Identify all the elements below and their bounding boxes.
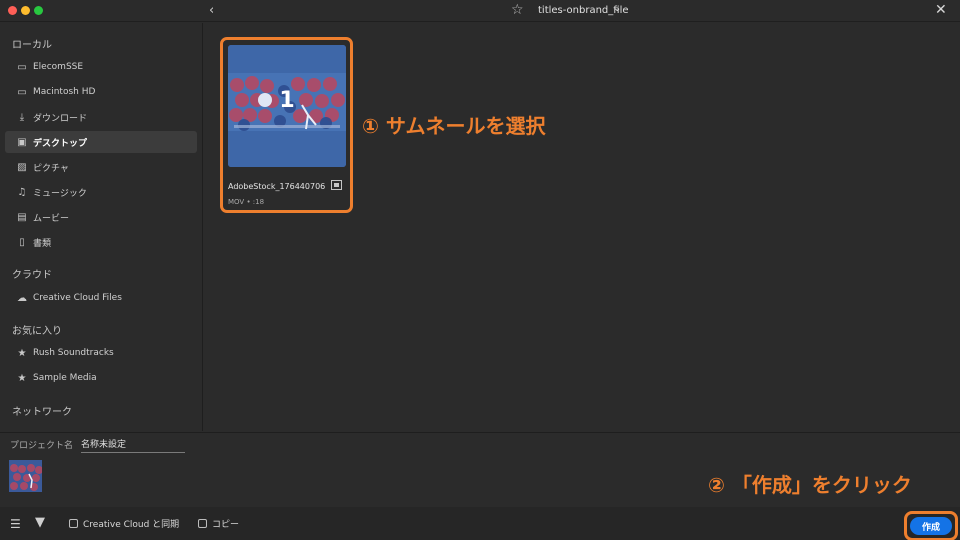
section-favorites-header: お気に入り	[12, 326, 62, 337]
monitor-icon: ▭	[17, 86, 27, 98]
sidebar-item-label: Sample Media	[33, 373, 97, 383]
annotation-click-create: ② 「作成」をクリック	[708, 473, 912, 497]
project-name-input[interactable]: 名称未設定	[81, 437, 185, 453]
media-thumbnail-card[interactable]: 1 AdobeStock_176440706 MOV • :18	[220, 37, 353, 213]
chevron-down-icon[interactable]: ⌄	[613, 3, 621, 14]
sidebar-item-label: 書類	[33, 238, 52, 249]
sidebar-item-label: デスクトップ	[33, 138, 88, 149]
file-browser: 1 AdobeStock_176440706 MOV • :18 ① サムネール…	[204, 23, 960, 431]
select-checkbox-icon[interactable]	[331, 180, 342, 190]
copy-label: コピー	[212, 520, 240, 530]
sidebar-item-documents[interactable]: ▯ 書類	[5, 231, 197, 253]
project-thumbnail	[9, 460, 42, 492]
sidebar-item-label: ElecomSSE	[33, 62, 84, 72]
film-icon: ▤	[17, 211, 27, 223]
monitor-icon: ▭	[17, 61, 27, 73]
filter-funnel-icon[interactable]: ▼	[35, 515, 45, 530]
project-name-label: プロジェクト名	[10, 441, 74, 451]
sync-creative-cloud-label: Creative Cloud と同期	[83, 520, 180, 530]
thumbnail-number: 1	[279, 88, 295, 113]
sidebar-item-music[interactable]: ♫ ミュージック	[5, 181, 197, 203]
sidebar-item-macintosh-hd[interactable]: ▭ Macintosh HD	[5, 81, 197, 103]
project-thumbnail-artwork	[9, 460, 42, 492]
star-icon: ★	[17, 347, 27, 359]
sync-creative-cloud-checkbox[interactable]	[69, 519, 78, 528]
title-bar: ‹ ☆ titles-onbrand_file ⌄ ✕	[0, 0, 960, 22]
sidebar-item-label: Rush Soundtracks	[33, 348, 114, 358]
back-chevron-icon[interactable]: ‹	[209, 3, 214, 18]
creative-cloud-icon: ☁	[17, 292, 27, 304]
section-network-header: ネットワーク	[12, 407, 72, 418]
sidebar-item-rush-soundtracks[interactable]: ★ Rush Soundtracks	[5, 342, 197, 364]
download-icon: ⤓	[19, 111, 25, 123]
minimize-window-button[interactable]	[21, 6, 30, 15]
sidebar-item-label: ピクチャ	[33, 163, 69, 174]
sidebar-item-label: ムービー	[33, 213, 70, 224]
create-button-highlight: 作成	[904, 511, 958, 540]
copy-checkbox[interactable]	[198, 519, 207, 528]
thumbnail-image[interactable]: 1	[228, 45, 346, 167]
desktop-icon: ▣	[17, 136, 27, 148]
create-button[interactable]: 作成	[910, 517, 952, 535]
star-icon: ★	[17, 372, 27, 384]
sidebar-item-desktop[interactable]: ▣ デスクトップ	[5, 131, 197, 153]
sort-lines-icon[interactable]: ☰	[10, 517, 21, 531]
thumbnail-filename: AdobeStock_176440706	[228, 182, 326, 191]
sidebar-item-creative-cloud-files[interactable]: ☁ Creative Cloud Files	[5, 287, 197, 309]
image-icon: ▨	[17, 161, 27, 173]
document-icon: ▯	[19, 236, 25, 248]
sidebar-item-movies[interactable]: ▤ ムービー	[5, 206, 197, 228]
sidebar-item-label: ミュージック	[33, 188, 87, 199]
sidebar-item-downloads[interactable]: ⤓ ダウンロード	[5, 106, 197, 128]
music-icon: ♫	[17, 186, 27, 198]
favorite-star-icon[interactable]: ☆	[511, 2, 524, 18]
sidebar-item-label: ダウンロード	[33, 113, 88, 124]
sidebar-item-pictures[interactable]: ▨ ピクチャ	[5, 156, 197, 178]
bottom-toolbar: ☰ ▼ Creative Cloud と同期 コピー 作成	[0, 507, 960, 540]
annotation-select-thumbnail: ① サムネールを選択	[362, 114, 546, 138]
zoom-window-button[interactable]	[34, 6, 43, 15]
thumbnail-meta: MOV • :18	[228, 198, 265, 206]
close-window-button[interactable]	[8, 6, 17, 15]
sidebar-item-label: Macintosh HD	[33, 87, 96, 97]
close-icon[interactable]: ✕	[935, 2, 947, 18]
sidebar-item-sample-media[interactable]: ★ Sample Media	[5, 367, 197, 389]
sidebar-item-elecomsse[interactable]: ▭ ElecomSSE	[5, 56, 197, 78]
section-local-header: ローカル	[12, 40, 52, 51]
project-panel: プロジェクト名 名称未設定 ② 「作成」をクリック ☰ ▼ Creative C…	[0, 432, 960, 540]
sidebar: ローカル ▭ ElecomSSE ▭ Macintosh HD ⤓ ダウンロード…	[0, 23, 203, 431]
section-cloud-header: クラウド	[12, 270, 52, 281]
sidebar-item-label: Creative Cloud Files	[33, 293, 122, 303]
